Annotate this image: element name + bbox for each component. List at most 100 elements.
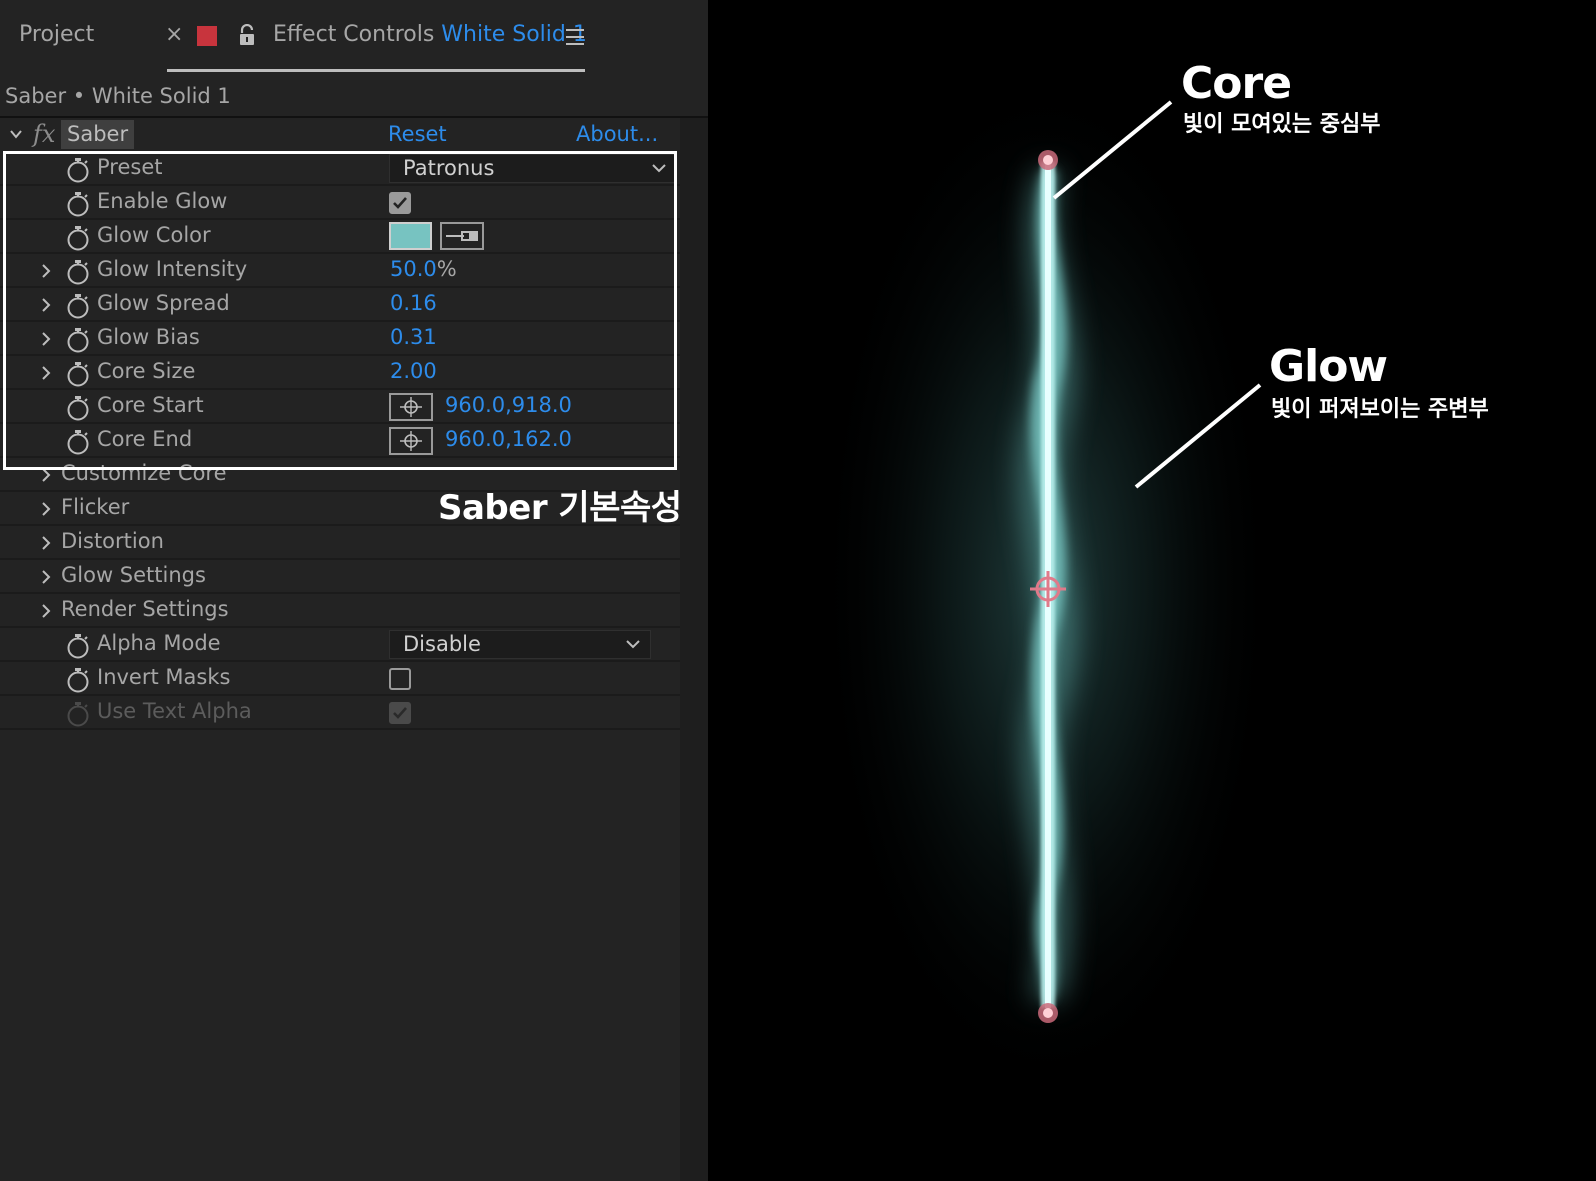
property-label: Glow Spread xyxy=(97,291,230,315)
chevron-right-icon[interactable] xyxy=(40,570,52,584)
stopwatch-icon[interactable] xyxy=(66,667,90,693)
chevron-right-icon[interactable] xyxy=(40,604,52,618)
chevron-right-icon[interactable] xyxy=(40,264,52,278)
dropdown-value: Disable xyxy=(403,632,481,656)
active-tab-indicator xyxy=(167,69,585,72)
chevron-down-icon[interactable] xyxy=(9,127,23,141)
check-icon xyxy=(393,197,407,209)
property-label: Enable Glow xyxy=(97,189,228,213)
panel-tab-bar: Project × Effect Controls White Solid 1 xyxy=(0,0,708,82)
stopwatch-icon[interactable] xyxy=(66,293,90,319)
property-row-invert-masks: Invert Masks xyxy=(0,662,680,696)
property-row-core-end: Core End 960.0,162.0 xyxy=(0,424,680,458)
stopwatch-icon[interactable] xyxy=(66,327,90,353)
close-icon[interactable]: × xyxy=(165,22,183,47)
core-annotation-desc: 빛이 모여있는 중심부 xyxy=(1183,112,1381,137)
core-start-value[interactable]: 960.0,918.0 xyxy=(445,393,572,417)
eyedropper-icon xyxy=(446,231,478,241)
glow-intensity-value[interactable]: 50.0% xyxy=(390,257,457,281)
property-row-glow-spread: Glow Spread 0.16 xyxy=(0,288,680,322)
use-text-alpha-checkbox xyxy=(389,702,411,724)
tab-effect-controls-prefix: Effect Controls xyxy=(273,22,435,47)
enable-glow-checkbox[interactable] xyxy=(389,192,411,214)
property-row-glow-intensity: Glow Intensity 50.0% xyxy=(0,254,680,288)
stopwatch-icon[interactable] xyxy=(66,157,90,183)
effect-name[interactable]: Saber xyxy=(61,120,135,149)
chevron-right-icon[interactable] xyxy=(40,298,52,312)
composition-viewer[interactable]: Core 빛이 모여있는 중심부 Glow 빛이 퍼져보이는 주변부 xyxy=(708,0,1596,1181)
group-row-distortion[interactable]: Distortion xyxy=(0,526,680,560)
chevron-right-icon[interactable] xyxy=(40,366,52,380)
core-size-value[interactable]: 2.00 xyxy=(390,359,437,383)
stopwatch-icon[interactable] xyxy=(66,395,90,421)
stopwatch-icon xyxy=(67,702,89,727)
reset-link[interactable]: Reset xyxy=(388,122,447,146)
group-label: Glow Settings xyxy=(61,563,206,587)
core-annotation-title: Core xyxy=(1181,58,1292,109)
tab-project[interactable]: Project xyxy=(19,22,94,47)
stopwatch-icon[interactable] xyxy=(66,225,90,251)
group-row-glow-settings[interactable]: Glow Settings xyxy=(0,560,680,594)
core-end-value[interactable]: 960.0,162.0 xyxy=(445,427,572,451)
chevron-right-icon[interactable] xyxy=(40,536,52,550)
fx-toggle-icon[interactable]: fx xyxy=(33,120,55,148)
crosshair-icon xyxy=(400,431,422,451)
group-label: Distortion xyxy=(61,529,164,553)
eyedropper-button[interactable] xyxy=(440,222,484,250)
unlock-icon[interactable] xyxy=(238,24,256,46)
core-end-handle[interactable] xyxy=(1038,150,1058,170)
property-label: Core Size xyxy=(97,359,196,383)
panel-menu-icon[interactable] xyxy=(566,29,584,45)
label-color-swatch xyxy=(197,26,217,46)
stopwatch-icon[interactable] xyxy=(66,429,90,455)
point-picker-button[interactable] xyxy=(389,393,433,421)
stopwatch-icon[interactable] xyxy=(66,361,90,387)
scrollbar[interactable] xyxy=(680,118,708,1181)
stopwatch-icon[interactable] xyxy=(66,259,90,285)
property-label: Glow Bias xyxy=(97,325,200,349)
group-label: Flicker xyxy=(61,495,130,519)
chevron-down-icon xyxy=(626,640,640,649)
glow-spread-value[interactable]: 0.16 xyxy=(390,291,437,315)
property-row-glow-color: Glow Color xyxy=(0,220,680,254)
numeric-value: 50.0 xyxy=(390,257,437,281)
stopwatch-icon[interactable] xyxy=(66,633,90,659)
core-start-handle[interactable] xyxy=(1038,1003,1058,1023)
chevron-right-icon[interactable] xyxy=(40,332,52,346)
group-label: Customize Core xyxy=(61,461,227,485)
property-label: Glow Color xyxy=(97,223,211,247)
check-icon xyxy=(393,707,407,719)
unit-label: % xyxy=(436,257,457,281)
property-label: Glow Intensity xyxy=(97,257,248,281)
point-picker-button[interactable] xyxy=(389,427,433,455)
invert-masks-checkbox[interactable] xyxy=(389,668,411,690)
effect-header-row: fx Saber Reset About... xyxy=(0,118,680,152)
property-row-preset: Preset Patronus xyxy=(0,152,680,186)
screenshot-root: Project × Effect Controls White Solid 1 … xyxy=(0,0,1596,1181)
chevron-right-icon[interactable] xyxy=(40,502,52,516)
property-row-glow-bias: Glow Bias 0.31 xyxy=(0,322,680,356)
glow-bias-value[interactable]: 0.31 xyxy=(390,325,437,349)
group-label: Render Settings xyxy=(61,597,229,621)
saber-render xyxy=(816,65,1276,1105)
property-label: Preset xyxy=(97,155,163,179)
property-label: Core End xyxy=(97,427,193,451)
about-link[interactable]: About... xyxy=(576,122,658,146)
stopwatch-icon[interactable] xyxy=(66,191,90,217)
property-row-core-size: Core Size 2.00 xyxy=(0,356,680,390)
property-row-use-text-alpha: Use Text Alpha xyxy=(0,696,680,730)
preset-dropdown[interactable]: Patronus xyxy=(389,154,677,183)
effect-controls-panel: Project × Effect Controls White Solid 1 … xyxy=(0,0,708,1181)
glow-color-swatch[interactable] xyxy=(389,222,432,250)
alpha-mode-dropdown[interactable]: Disable xyxy=(389,630,651,659)
property-row-alpha-mode: Alpha Mode Disable xyxy=(0,628,680,662)
dropdown-value: Patronus xyxy=(403,156,495,180)
tab-effect-controls[interactable]: Effect Controls White Solid 1 xyxy=(273,22,587,47)
chevron-right-icon[interactable] xyxy=(40,468,52,482)
property-label: Invert Masks xyxy=(97,665,231,689)
group-row-render-settings[interactable]: Render Settings xyxy=(0,594,680,628)
saber-caption: Saber 기본속성 xyxy=(438,488,682,528)
property-label: Use Text Alpha xyxy=(97,699,252,723)
property-label: Core Start xyxy=(97,393,204,417)
property-row-enable-glow: Enable Glow xyxy=(0,186,680,220)
